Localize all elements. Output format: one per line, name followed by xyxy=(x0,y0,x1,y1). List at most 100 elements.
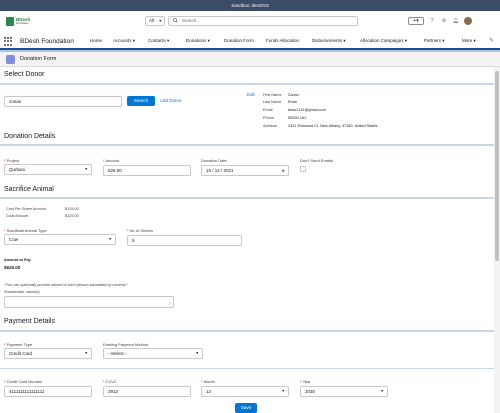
donor-address-label: Address xyxy=(263,124,277,128)
donor-phone-label: Phone xyxy=(263,116,274,120)
search-scope-select[interactable]: All ▼ xyxy=(145,16,165,26)
global-header: BDesh Foundation All ▼ Search... +▾ ? ⚙ … xyxy=(0,11,500,33)
chevron-down-icon: ▼ xyxy=(158,19,162,23)
logo-subtext: Foundation xyxy=(16,22,29,25)
year-select[interactable]: 2030 ▼ xyxy=(300,386,388,397)
search-icon xyxy=(173,18,178,26)
edit-donor-link[interactable]: Edit xyxy=(247,92,255,97)
section-divider xyxy=(0,330,500,332)
chevron-down-icon: ▼ xyxy=(84,351,88,355)
help-icon[interactable]: ? xyxy=(428,17,436,25)
nav-item-contacts[interactable]: Contacts ▾ xyxy=(148,33,169,48)
payment-type-label: * Payment Type xyxy=(4,342,33,347)
sandbox-banner: Sandbox: dev2019 xyxy=(0,0,500,11)
animal-type-select[interactable]: Cow ▼ xyxy=(4,234,116,245)
search-button[interactable]: Search xyxy=(127,96,155,106)
amount-input[interactable]: 625.00 xyxy=(103,165,191,176)
edit-nav-icon[interactable]: ✎ xyxy=(489,37,494,44)
goat-amount-value: $125.00 xyxy=(65,214,79,218)
app-name: BDesh Foundation xyxy=(20,38,74,45)
nav-item-accounts[interactable]: Accounts ▾ xyxy=(113,33,135,48)
project-label: * Project xyxy=(4,158,20,163)
shareholder-names-textarea[interactable]: ⟋ xyxy=(4,296,174,308)
nav-item-donation-form[interactable]: Donation Form xyxy=(224,33,254,50)
credit-card-number-label: * Credit Card Number xyxy=(4,379,43,384)
dont-send-emails-label: Don't Send Emails xyxy=(300,158,333,163)
setup-gear-icon[interactable]: ⚙ xyxy=(440,17,448,25)
cost-per-share-label: Cost Per Share Amount xyxy=(6,207,46,211)
app-launcher-icon[interactable] xyxy=(4,37,13,46)
donation-date-input[interactable]: 10 / 12 / 2021 ⊗ xyxy=(201,165,289,176)
donor-email-label: Email xyxy=(263,108,273,112)
payment-type-select[interactable]: Credit Card ▼ xyxy=(4,348,92,359)
scrollbar[interactable] xyxy=(494,67,500,413)
page-title: Donation Form xyxy=(20,56,57,62)
amount-to-pay-label: Amount to Pay xyxy=(4,258,31,262)
donor-first-name-label: First Name xyxy=(263,93,282,97)
no-of-shares-input[interactable]: 5 xyxy=(127,235,242,246)
search-scope-value: All xyxy=(149,18,155,23)
save-button[interactable]: Save xyxy=(235,403,257,413)
section-divider xyxy=(0,197,500,199)
chevron-down-icon: ▼ xyxy=(195,351,199,355)
form-icon xyxy=(6,55,15,64)
nav-item-funds-allocation[interactable]: Funds Allocation xyxy=(266,33,299,48)
chevron-down-icon: ▼ xyxy=(281,389,285,393)
no-of-shares-label: * No of Shares xyxy=(127,228,154,233)
global-actions-button[interactable]: +▾ xyxy=(408,17,424,25)
section-divider xyxy=(0,144,500,146)
nav-item-disbursements[interactable]: Disbursements ▾ xyxy=(312,33,346,48)
nav-item-home[interactable]: Home xyxy=(90,33,102,48)
donor-phone-value: 50290-161 xyxy=(288,116,307,120)
nav-item-allocation-campaigns[interactable]: Allocation Campaigns ▾ xyxy=(360,33,407,48)
nav-item-partners[interactable]: Partners ▾ xyxy=(424,33,445,48)
project-select[interactable]: Qurbani ▼ xyxy=(4,164,92,175)
calendar-clear-icon[interactable]: ⊗ xyxy=(282,166,285,175)
search-placeholder: Search... xyxy=(182,18,201,23)
donor-address-value: 2321 Elmwood Ct, New Albany, 47150, Unit… xyxy=(288,124,378,128)
donor-last-name-value: Khan xyxy=(288,100,297,104)
donor-search-input[interactable]: zonan xyxy=(4,96,122,107)
existing-payment-method-label: Existing Payment Method xyxy=(103,342,149,347)
logo-mark xyxy=(6,17,14,26)
avatar[interactable] xyxy=(464,17,472,25)
shareholder-names-label: Shareholder name(s) xyxy=(4,290,40,294)
section-divider xyxy=(0,83,500,85)
existing-payment-method-value: --Select-- xyxy=(108,351,127,356)
existing-payment-method-select[interactable]: --Select-- ▼ xyxy=(103,348,203,359)
chevron-down-icon: ▼ xyxy=(84,167,88,171)
year-label: * Year xyxy=(300,379,311,384)
payment-type-value: Credit Card xyxy=(9,351,33,356)
nav-bar: BDesh Foundation Home Accounts ▾ Contact… xyxy=(0,33,500,50)
donation-form: Select Donor zonan Search Add Donor Edit… xyxy=(0,67,500,413)
add-donor-link[interactable]: Add Donor xyxy=(160,98,182,103)
section-title-donation-details: Donation Details xyxy=(4,133,56,140)
section-title-sacrifice-animal: Sacrifice Animal xyxy=(4,186,54,193)
donor-email-value: testu2141@gmail.com xyxy=(288,108,326,112)
credit-card-number-input[interactable]: 4111111111111111 xyxy=(4,386,92,397)
global-search-input[interactable]: Search... xyxy=(168,16,358,26)
nav-item-more[interactable]: More ▾ xyxy=(462,33,476,48)
month-value: 12 xyxy=(206,389,212,394)
month-select[interactable]: 12 ▼ xyxy=(201,386,289,397)
resize-grip-icon[interactable]: ⟋ xyxy=(168,301,171,306)
shareholder-names-hint: *You can optionally provide names of eac… xyxy=(4,283,128,287)
goat-amount-label: Goat Amount xyxy=(6,214,29,218)
logo[interactable]: BDesh Foundation xyxy=(6,16,36,28)
notifications-bell-icon[interactable]: 🔔︎ xyxy=(452,17,460,25)
month-label: * Month xyxy=(201,379,215,384)
chevron-down-icon: ▼ xyxy=(380,389,384,393)
amount-label: * Amount xyxy=(103,158,120,163)
chevron-down-icon: ▼ xyxy=(108,237,112,241)
donor-last-name-label: Last Name xyxy=(263,100,282,104)
cvv-input[interactable]: 2912 xyxy=(103,386,191,397)
section-title-payment-details: Payment Details xyxy=(4,318,55,325)
header-icons: +▾ ? ⚙ 🔔︎ xyxy=(408,16,472,26)
project-value: Qurbani xyxy=(9,167,26,172)
scrollbar-thumb[interactable] xyxy=(495,71,499,261)
dont-send-emails-checkbox[interactable] xyxy=(300,166,306,172)
section-divider xyxy=(0,368,500,369)
nav-item-donations[interactable]: Donations ▾ xyxy=(186,33,210,48)
year-value: 2030 xyxy=(305,389,316,394)
card-header: Donation Form xyxy=(0,52,500,67)
